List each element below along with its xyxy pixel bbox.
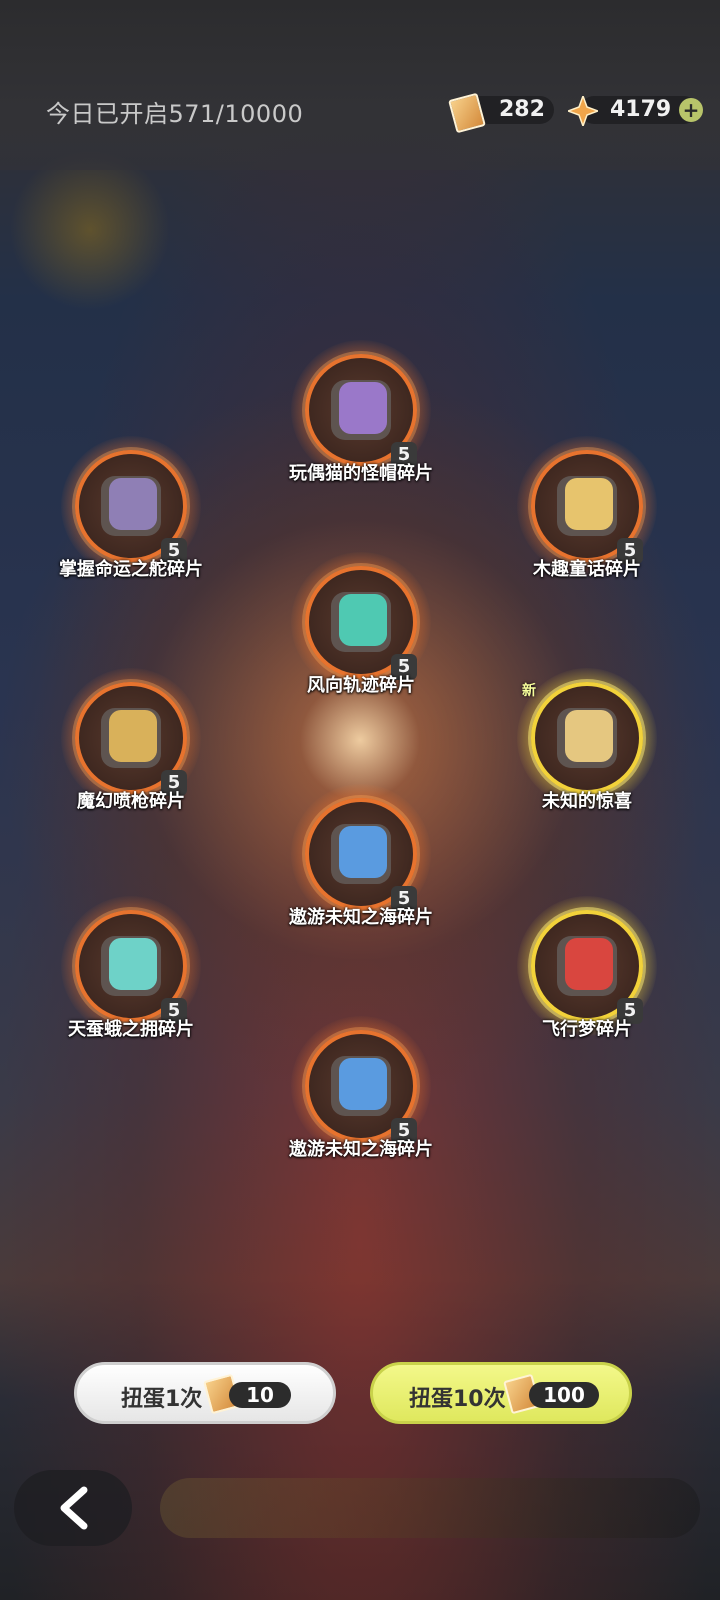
item-name: 木趣童话碎片	[533, 559, 641, 580]
item-name: 玩偶猫的怪帽碎片	[289, 463, 433, 484]
item-name: 天蚕蛾之拥碎片	[68, 1019, 194, 1040]
item-art	[565, 710, 613, 762]
bottom-decor	[160, 1478, 700, 1538]
gacha-1-label: 扭蛋1次	[121, 1387, 203, 1412]
new-badge: 新	[522, 683, 536, 699]
item-art	[565, 478, 613, 530]
item-art	[339, 826, 387, 878]
reward-item-new[interactable]: 新 未知的惊喜	[512, 668, 662, 828]
item-art	[109, 478, 157, 530]
item-art	[339, 1058, 387, 1110]
gacha-1-cost: 10	[229, 1382, 291, 1408]
crystal-count: 4179	[610, 97, 672, 122]
item-name: 飞行梦碎片	[542, 1019, 632, 1040]
reward-item[interactable]: 5 飞行梦碎片	[512, 896, 662, 1056]
item-art	[339, 594, 387, 646]
reward-item[interactable]: 5 木趣童话碎片	[512, 436, 662, 596]
ticket-count: 282	[499, 97, 545, 122]
gacha-10-label: 扭蛋10次	[409, 1387, 506, 1412]
item-name: 遨游未知之海碎片	[289, 907, 433, 928]
gacha-10-cost: 100	[529, 1382, 599, 1408]
item-name: 魔幻喷枪碎片	[77, 791, 185, 812]
top-bar	[0, 0, 720, 170]
item-name: 遨游未知之海碎片	[289, 1139, 433, 1160]
gacha-1-button[interactable]: 扭蛋1次 10	[74, 1362, 336, 1424]
daily-opened-counter: 今日已开启571/10000	[46, 100, 304, 128]
reward-item[interactable]: 5 遨游未知之海碎片	[286, 1016, 436, 1176]
reward-item[interactable]: 5 魔幻喷枪碎片	[56, 668, 206, 828]
add-currency-button[interactable]: +	[679, 98, 703, 122]
reward-item[interactable]: 5 风向轨迹碎片	[286, 552, 436, 712]
item-name: 风向轨迹碎片	[307, 675, 415, 696]
chevron-left-icon	[60, 1486, 88, 1530]
item-name: 未知的惊喜	[542, 791, 632, 812]
reward-item[interactable]: 5 玩偶猫的怪帽碎片	[286, 340, 436, 500]
reward-item[interactable]: 5 天蚕蛾之拥碎片	[56, 896, 206, 1056]
crystal-star-icon	[568, 96, 598, 126]
gacha-10-button[interactable]: 扭蛋10次 100	[370, 1362, 632, 1424]
item-name: 掌握命运之舵碎片	[59, 559, 203, 580]
item-art	[109, 938, 157, 990]
reward-item[interactable]: 5 遨游未知之海碎片	[286, 784, 436, 944]
item-art	[109, 710, 157, 762]
back-button[interactable]	[14, 1470, 132, 1546]
reward-item[interactable]: 5 掌握命运之舵碎片	[56, 436, 206, 596]
item-art	[565, 938, 613, 990]
item-art	[339, 382, 387, 434]
